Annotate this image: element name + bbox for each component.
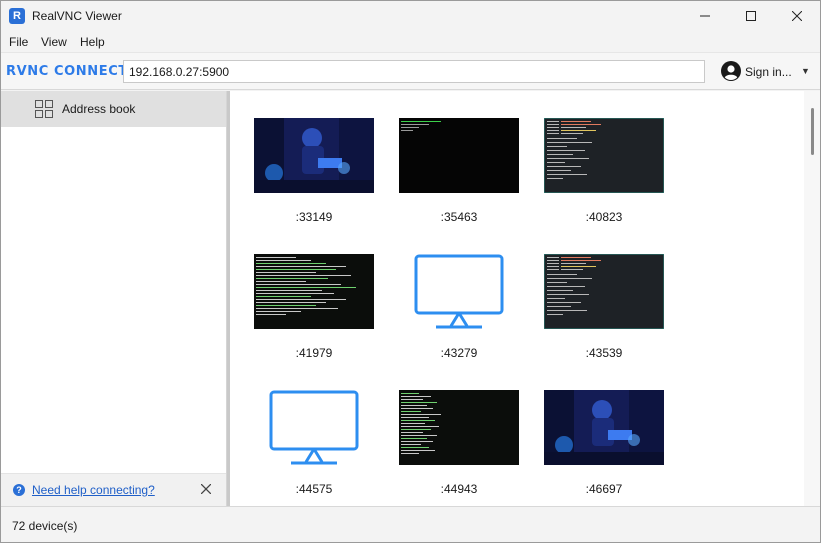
device-label: :33149 [295, 210, 333, 224]
monitor-icon [414, 254, 504, 329]
close-button[interactable] [774, 1, 820, 31]
close-icon [792, 11, 802, 21]
monitor-icon [269, 390, 359, 465]
device-label: :40823 [585, 210, 623, 224]
sidebar: Address book ? Need help connecting? [1, 91, 227, 506]
menu-help[interactable]: Help [80, 35, 105, 49]
device-thumbnail [254, 390, 374, 465]
sidebar-item-address-book[interactable]: Address book [1, 91, 226, 127]
sidebar-item-label: Address book [62, 102, 136, 116]
grid-icon [35, 100, 53, 118]
terminal-thumbnail [544, 254, 664, 329]
device-label: :46697 [585, 482, 623, 496]
sign-in-label: Sign in... [745, 65, 792, 79]
dismiss-help-close-icon[interactable] [201, 484, 211, 494]
device-label: :43279 [440, 346, 478, 360]
device-tile[interactable]: :40823 [544, 118, 664, 228]
title-bar[interactable]: R RealVNC Viewer [1, 1, 820, 31]
device-thumbnail [399, 118, 519, 193]
device-thumbnail [544, 390, 664, 465]
toolbar: RVNC CONNECT Sign in... ▼ [1, 52, 820, 90]
maximize-icon [746, 11, 756, 21]
help-circle-icon: ? [13, 484, 25, 496]
help-banner: ? Need help connecting? [1, 473, 226, 506]
realvnc-app-icon: R [9, 8, 25, 24]
device-label: :41979 [295, 346, 333, 360]
rvnc-connect-logo: RVNC CONNECT [6, 64, 128, 79]
device-grid: :33149 :35463:40823:41979:43279:4353… [230, 91, 804, 506]
device-tile[interactable]: :43539 [544, 254, 664, 364]
device-thumbnail [254, 118, 374, 193]
terminal-thumbnail [401, 121, 441, 131]
device-tile[interactable]: :46697 [544, 390, 664, 500]
device-thumbnail [399, 390, 519, 465]
menu-view[interactable]: View [41, 35, 67, 49]
app-window: R RealVNC Viewer File View Help RVNC CON… [0, 0, 821, 543]
device-label: :43539 [585, 346, 623, 360]
scrollbar-thumb[interactable] [811, 108, 814, 155]
user-avatar-icon [721, 61, 741, 81]
device-tile[interactable]: :33149 [254, 118, 374, 228]
device-label: :35463 [440, 210, 478, 224]
need-help-link[interactable]: Need help connecting? [32, 483, 155, 497]
device-thumbnail [544, 254, 664, 329]
menu-file[interactable]: File [9, 35, 28, 49]
anime-wallpaper-thumbnail [254, 118, 374, 193]
device-tile[interactable]: :43279 [399, 254, 519, 364]
minimize-icon [700, 15, 710, 17]
chevron-down-icon: ▼ [801, 66, 810, 76]
device-tile[interactable]: :35463 [399, 118, 519, 228]
device-label: :44943 [440, 482, 478, 496]
terminal-thumbnail [544, 118, 664, 193]
device-thumbnail [254, 254, 374, 329]
address-input[interactable] [123, 60, 705, 83]
minimize-button[interactable] [682, 1, 728, 31]
terminal-thumbnail [256, 257, 356, 315]
device-tile[interactable]: :44575 [254, 390, 374, 500]
device-thumbnail [399, 254, 519, 329]
device-count: 72 device(s) [12, 519, 78, 533]
device-tile[interactable]: :44943 [399, 390, 519, 500]
window-title: RealVNC Viewer [32, 9, 122, 23]
menu-bar: File View Help [1, 31, 820, 52]
device-thumbnail [544, 118, 664, 193]
device-tile[interactable]: :41979 [254, 254, 374, 364]
vertical-scrollbar[interactable] [804, 91, 820, 506]
anime-wallpaper-thumbnail [544, 390, 664, 465]
device-label: :44575 [295, 482, 333, 496]
sign-in-button[interactable]: Sign in... ▼ [721, 60, 813, 84]
terminal-thumbnail [401, 393, 441, 454]
maximize-button[interactable] [728, 1, 774, 31]
status-bar: 72 device(s) [1, 506, 820, 542]
